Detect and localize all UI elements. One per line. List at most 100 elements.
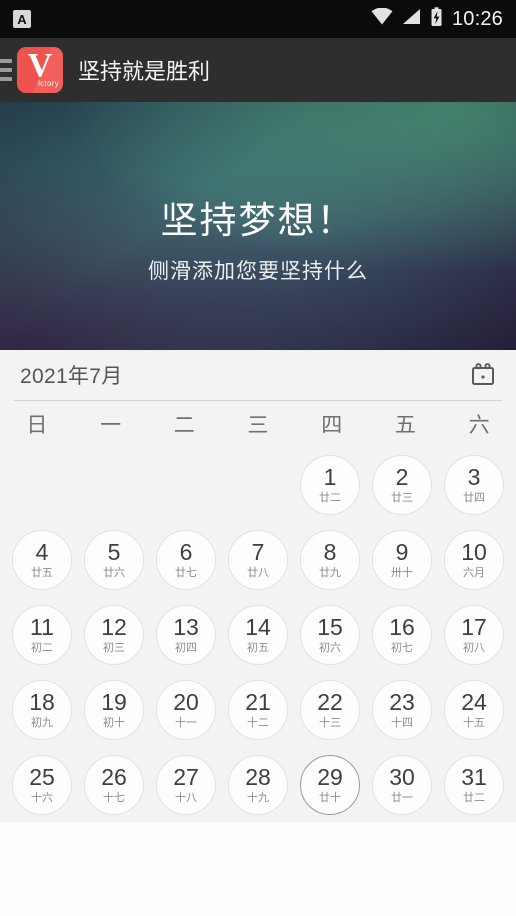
calendar-day-number: 7 [251,538,265,565]
calendar-day-cell[interactable]: 21 十二 [222,672,294,747]
calendar-day-cell[interactable]: 5 廿六 [78,522,150,597]
weekday-tue: 二 [173,414,195,437]
calendar-day-lunar: 初四 [175,641,197,654]
calendar-day-cell[interactable]: 4 廿五 [6,522,78,597]
calendar-day-lunar: 初七 [391,641,413,654]
calendar-day-circle[interactable]: 9 卅十 [372,529,432,590]
calendar-day-cell[interactable]: 10 六月 [438,522,510,597]
calendar-day-circle[interactable]: 1 廿二 [300,454,360,515]
calendar-day-cell[interactable]: 13 初四 [150,597,222,672]
hamburger-menu-icon[interactable] [0,59,12,81]
calendar-day-number: 22 [317,688,343,715]
calendar-day-cell[interactable]: 8 廿九 [294,522,366,597]
calendar-day-circle[interactable]: 23 十四 [372,679,432,740]
calendar-day-circle[interactable]: 12 初三 [84,604,144,665]
calendar-day-circle[interactable]: 5 廿六 [84,529,144,590]
calendar-icon[interactable] [468,360,498,390]
calendar-day-circle[interactable]: 27 十八 [156,754,216,815]
calendar-day-cell[interactable]: 1 廿二 [294,447,366,522]
calendar-day-cell[interactable]: 9 卅十 [366,522,438,597]
calendar-day-cell[interactable]: 11 初二 [6,597,78,672]
calendar-day-circle[interactable]: 2 廿三 [372,454,432,515]
calendar-day-circle[interactable]: 13 初四 [156,604,216,665]
calendar-day-lunar: 十一 [175,716,197,729]
calendar-day-cell[interactable]: 3 廿四 [438,447,510,522]
calendar-day-circle[interactable]: 16 初七 [372,604,432,665]
calendar-day-number: 27 [173,763,199,790]
calendar-day-circle[interactable]: 20 十一 [156,679,216,740]
calendar-day-circle[interactable]: 8 廿九 [300,529,360,590]
calendar-day-circle[interactable]: 28 十九 [228,754,288,815]
calendar-day-circle[interactable]: 30 廿一 [372,754,432,815]
calendar-day-cell[interactable]: 31 廿二 [438,747,510,822]
calendar-day-circle[interactable]: 21 十二 [228,679,288,740]
calendar-day-lunar: 初六 [319,641,341,654]
wifi-icon [371,7,393,30]
calendar-day-lunar: 初十 [103,716,125,729]
calendar-day-cell[interactable]: 20 十一 [150,672,222,747]
calendar-day-number: 14 [245,613,271,640]
calendar-day-cell[interactable]: 19 初十 [78,672,150,747]
calendar-day-lunar: 廿一 [391,791,413,804]
calendar-day-lunar: 廿二 [463,791,485,804]
calendar-day-circle[interactable]: 31 廿二 [444,754,504,815]
calendar-day-cell[interactable]: 17 初八 [438,597,510,672]
calendar-day-number: 2 [395,463,409,490]
calendar-day-circle[interactable]: 18 初九 [12,679,72,740]
calendar-weekday-header: 日 一 二 三 四 五 六 [0,401,516,447]
calendar-day-circle[interactable]: 26 十七 [84,754,144,815]
calendar-day-number: 6 [179,538,193,565]
calendar-day-circle[interactable]: 4 廿五 [12,529,72,590]
calendar-day-cell[interactable]: 18 初九 [6,672,78,747]
signal-icon [402,8,421,30]
calendar-day-circle[interactable]: 7 廿八 [228,529,288,590]
calendar-day-number: 18 [29,688,55,715]
calendar-day-cell[interactable]: 28 十九 [222,747,294,822]
calendar-day-lunar: 初九 [31,716,53,729]
calendar-week-row: 25 十六 26 十七 27 十八 28 十九 29 廿十 30 廿一 31 廿二 [6,747,510,822]
calendar-day-cell[interactable]: 25 十六 [6,747,78,822]
calendar-day-cell[interactable]: 30 廿一 [366,747,438,822]
calendar-day-circle[interactable]: 10 六月 [444,529,504,590]
calendar-day-cell[interactable]: 7 廿八 [222,522,294,597]
calendar-day-cell[interactable]: 15 初六 [294,597,366,672]
calendar-day-cell[interactable]: 22 十三 [294,672,366,747]
calendar-day-circle[interactable]: 19 初十 [84,679,144,740]
calendar-day-number: 10 [461,538,487,565]
calendar-day-circle[interactable]: 6 廿七 [156,529,216,590]
calendar-day-circle[interactable]: 11 初二 [12,604,72,665]
calendar-day-circle [228,455,288,515]
calendar-day-circle[interactable]: 25 十六 [12,754,72,815]
calendar-day-number: 12 [101,613,127,640]
calendar-day-cell[interactable]: 2 廿三 [366,447,438,522]
calendar-day-circle[interactable]: 17 初八 [444,604,504,665]
calendar-day-today[interactable]: 29 廿十 [300,754,360,815]
calendar-day-circle [84,455,144,515]
calendar-day-lunar: 初二 [31,641,53,654]
calendar-day-circle[interactable]: 24 十五 [444,679,504,740]
calendar-day-cell[interactable]: 12 初三 [78,597,150,672]
calendar-day-circle[interactable]: 3 廿四 [444,454,504,515]
calendar-day-cell[interactable]: 16 初七 [366,597,438,672]
calendar-day-cell[interactable]: 6 廿七 [150,522,222,597]
calendar-day-cell[interactable]: 26 十七 [78,747,150,822]
calendar-day-cell[interactable]: 23 十四 [366,672,438,747]
calendar-day-circle[interactable]: 22 十三 [300,679,360,740]
battery-charging-icon [430,6,443,32]
calendar-day-cell[interactable]: 14 初五 [222,597,294,672]
calendar-day-number: 24 [461,688,487,715]
calendar-day-empty [6,447,78,522]
calendar-day-cell[interactable]: 24 十五 [438,672,510,747]
weekday-fri: 五 [394,414,416,437]
calendar-day-number: 17 [461,613,487,640]
calendar-day-lunar: 廿九 [319,566,341,579]
calendar-day-number: 9 [395,538,409,565]
hero-title: 坚持梦想！ [160,199,356,241]
calendar-day-empty [78,447,150,522]
calendar-day-circle[interactable]: 14 初五 [228,604,288,665]
calendar-day-circle[interactable]: 15 初六 [300,604,360,665]
calendar-day-cell[interactable]: 29 廿十 [294,747,366,822]
calendar-day-cell[interactable]: 27 十八 [150,747,222,822]
logo-wordmark: ictory [38,79,59,88]
weekday-thu: 四 [321,414,343,437]
